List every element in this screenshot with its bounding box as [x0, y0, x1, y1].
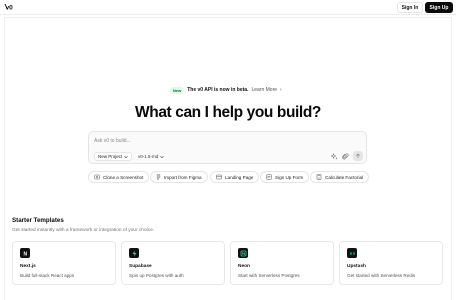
model-select-label: v0-1.5-md	[138, 154, 159, 159]
new-badge: New	[170, 86, 185, 94]
template-card-desc: Build full-stack React apps	[20, 273, 75, 278]
suggestion-label: Import from Figma	[164, 174, 202, 180]
suggestion-label: Calculate Factorial	[325, 174, 364, 180]
suggestion-landing-page[interactable]: Landing Page	[210, 171, 260, 183]
template-card-nextjs[interactable]: N Next.js Build full-stack React apps	[12, 241, 116, 285]
suggestion-import-figma[interactable]: Import from Figma	[150, 171, 208, 183]
hero-title: What can I help you build?	[135, 104, 321, 121]
template-card-upstash[interactable]: Upstash Get started with Serverless Redi…	[339, 241, 443, 285]
announcement-banner[interactable]: New The v0 API is now in beta. Learn Mor…	[170, 85, 282, 95]
supabase-icon	[129, 248, 139, 258]
model-select[interactable]: v0-1.5-md	[136, 152, 166, 161]
neon-icon	[238, 248, 248, 258]
calculator-icon	[316, 174, 322, 180]
sign-in-button[interactable]: Sign In	[397, 2, 423, 13]
template-card-title: Next.js	[20, 264, 36, 269]
prompt-box: New Project v0-1.5-md	[88, 131, 367, 164]
suggestion-clone-screenshot[interactable]: Clone a Screenshot	[88, 171, 150, 183]
suggestion-calculate-factorial[interactable]: Calculate Factorial	[310, 171, 370, 183]
nextjs-icon: N	[20, 248, 30, 258]
chevron-down-icon	[160, 155, 164, 158]
suggestion-sign-up-form[interactable]: Sign Up Form	[260, 171, 310, 183]
send-button[interactable]	[353, 151, 363, 161]
chevron-down-icon	[124, 155, 128, 158]
sparkle-icon[interactable]	[330, 152, 339, 161]
prompt-input[interactable]	[94, 137, 354, 145]
project-select[interactable]: New Project	[94, 152, 133, 161]
starter-templates-title: Starter Templates	[12, 217, 64, 224]
arrow-up-icon	[356, 153, 360, 158]
project-select-label: New Project	[98, 154, 123, 159]
template-card-title: Upstash	[347, 264, 366, 269]
starter-templates-subtitle: Get started instantly with a framework o…	[12, 228, 155, 233]
template-card-desc: Get started with Serverless Redis	[347, 273, 416, 278]
template-card-title: Supabase	[129, 264, 152, 269]
layout-icon	[216, 174, 222, 180]
screenshot-icon	[94, 174, 100, 180]
chevron-right-icon: ›	[280, 87, 282, 93]
svg-text:N: N	[23, 251, 27, 257]
v0-logo-icon[interactable]: v0	[4, 3, 16, 11]
upstash-icon	[347, 248, 357, 258]
template-card-title: Neon	[238, 264, 250, 269]
template-card-desc: Spin up Postgres with auth	[129, 273, 184, 278]
learn-more-link[interactable]: Learn More	[251, 87, 277, 93]
svg-text:v0: v0	[6, 5, 14, 12]
figma-icon	[156, 174, 161, 180]
top-header: v0 Sign In Sign Up	[0, 0, 456, 15]
template-card-desc: Start with Serverless Postgres	[238, 273, 300, 278]
sign-up-button[interactable]: Sign Up	[425, 2, 453, 13]
suggestion-label: Clone a Screenshot	[103, 174, 144, 180]
template-card-supabase[interactable]: Supabase Spin up Postgres with auth	[121, 241, 225, 285]
template-card-neon[interactable]: Neon Start with Serverless Postgres	[230, 241, 334, 285]
suggestion-label: Landing Page	[225, 174, 254, 180]
announcement-text: The v0 API is now in beta.	[187, 87, 249, 93]
paperclip-icon[interactable]	[341, 152, 350, 161]
user-plus-icon	[266, 174, 272, 180]
suggestion-label: Sign Up Form	[275, 174, 304, 180]
